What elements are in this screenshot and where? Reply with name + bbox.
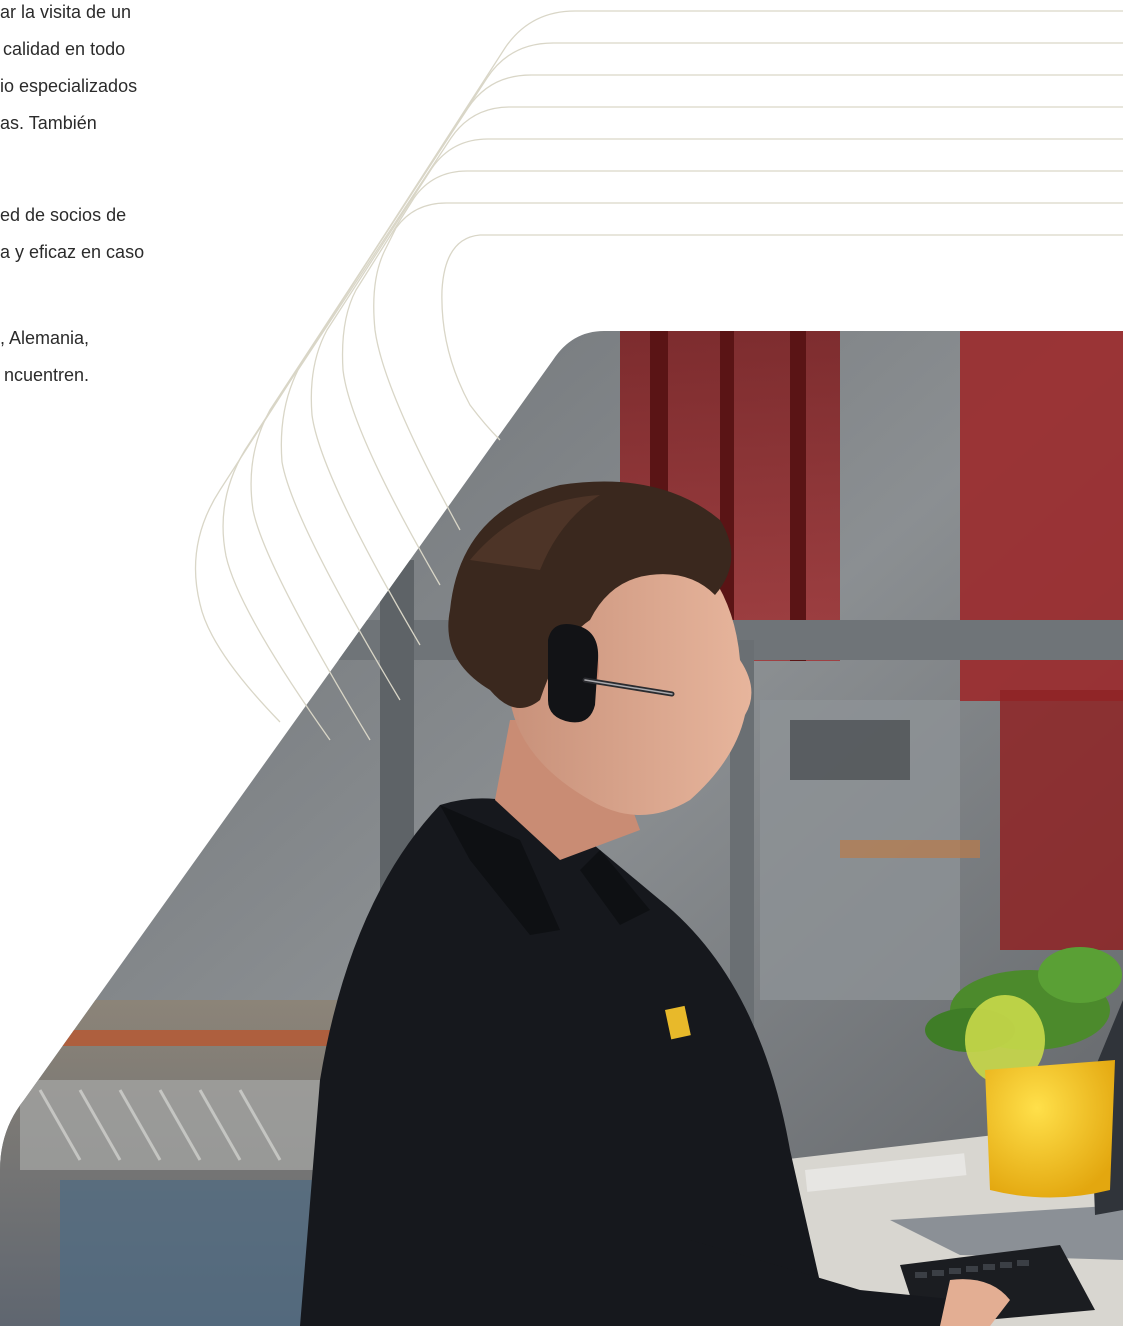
photo-content	[0, 331, 1123, 1326]
hero-photo	[0, 0, 1123, 1326]
